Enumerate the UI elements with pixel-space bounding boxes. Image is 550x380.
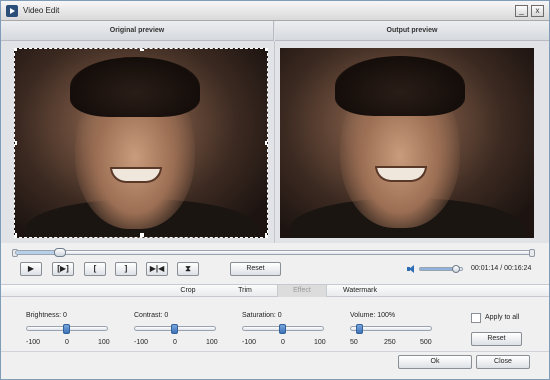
crop-handle-br[interactable] — [265, 233, 267, 237]
window-title: Video Edit — [23, 6, 60, 15]
tab-effect[interactable]: Effect — [277, 285, 327, 297]
apply-to-all-label: Apply to all — [485, 314, 520, 321]
saturation-mid: 0 — [281, 339, 285, 346]
volume-slider[interactable] — [419, 265, 463, 273]
original-video-frame[interactable] — [14, 48, 268, 238]
contrast-label: Contrast: 0 — [134, 312, 169, 319]
preview-area: Original preview Output preview — [1, 21, 549, 243]
tab-trim[interactable]: Trim — [217, 285, 273, 297]
preview-reset-button[interactable]: Reset — [230, 262, 281, 276]
title-bar: Video Edit _ x — [1, 1, 549, 21]
video-subject-smile — [110, 167, 162, 183]
split-button[interactable]: ⧗ — [177, 262, 199, 276]
tab-bar: Crop Trim Effect Watermark — [1, 284, 549, 297]
brightness-min: -100 — [26, 339, 41, 346]
preview-divider — [274, 41, 275, 243]
volume-effect-max: 500 — [420, 339, 432, 346]
play-button[interactable]: ▶ — [20, 262, 42, 276]
apply-to-all-checkbox[interactable] — [471, 313, 481, 323]
crop-handle-bl[interactable] — [15, 233, 17, 237]
brightness-max: 100 — [98, 339, 110, 346]
app-icon — [6, 5, 18, 17]
footer-divider — [1, 351, 549, 352]
brightness-slider[interactable] — [26, 324, 108, 334]
tab-crop[interactable]: Crop — [161, 285, 215, 297]
crop-handle-mr[interactable] — [265, 141, 267, 145]
volume-effect-thumb[interactable] — [355, 324, 363, 334]
saturation-min: -100 — [242, 339, 257, 346]
output-video-frame — [280, 48, 534, 238]
brightness-thumb[interactable] — [63, 324, 70, 334]
original-preview-header: Original preview — [1, 21, 274, 41]
video-subject-hair — [335, 56, 465, 116]
crop-handle-bc[interactable] — [140, 233, 144, 237]
output-preview-header: Output preview — [275, 21, 549, 41]
volume-thumb[interactable] — [451, 265, 460, 273]
contrast-slider[interactable] — [134, 324, 216, 334]
time-readout: 00:01:14 / 00:16:24 — [471, 265, 532, 272]
saturation-thumb[interactable] — [279, 324, 286, 334]
video-subject-smile — [375, 166, 427, 182]
effect-reset-button[interactable]: Reset — [471, 332, 522, 346]
next-clip-button[interactable]: ▶|◀ — [146, 262, 168, 276]
crop-handle-tl[interactable] — [15, 49, 17, 51]
saturation-max: 100 — [314, 339, 326, 346]
volume-effect-label: Volume: 100% — [350, 312, 396, 319]
video-subject-hair — [70, 57, 200, 117]
crop-handle-ml[interactable] — [15, 141, 17, 145]
timeline-thumb[interactable] — [53, 248, 66, 257]
close-button[interactable]: Close — [476, 355, 530, 369]
tab-watermark[interactable]: Watermark — [331, 285, 389, 297]
timeline-slider[interactable] — [15, 248, 533, 257]
contrast-mid: 0 — [173, 339, 177, 346]
speaker-icon[interactable] — [407, 265, 415, 273]
ok-button[interactable]: Ok — [398, 355, 472, 369]
step-frame-button[interactable]: [▶] — [52, 262, 74, 276]
volume-effect-min: 50 — [350, 339, 358, 346]
volume-effect-slider[interactable] — [350, 324, 432, 334]
brightness-label: Brightness: 0 — [26, 312, 67, 319]
saturation-label: Saturation: 0 — [242, 312, 282, 319]
saturation-slider[interactable] — [242, 324, 324, 334]
mark-in-button[interactable]: [ — [84, 262, 106, 276]
minimize-icon[interactable]: _ — [515, 5, 528, 17]
crop-handle-tc[interactable] — [140, 49, 144, 51]
volume-effect-mid: 250 — [384, 339, 396, 346]
volume-level — [420, 268, 456, 270]
contrast-max: 100 — [206, 339, 218, 346]
mark-out-button[interactable]: ] — [115, 262, 137, 276]
video-edit-window: Video Edit _ x Original preview Output p… — [0, 0, 550, 380]
brightness-mid: 0 — [65, 339, 69, 346]
contrast-min: -100 — [134, 339, 149, 346]
crop-handle-tr[interactable] — [265, 49, 267, 51]
contrast-thumb[interactable] — [171, 324, 178, 334]
close-icon[interactable]: x — [531, 5, 544, 17]
timeline-end-marker[interactable] — [529, 249, 535, 257]
